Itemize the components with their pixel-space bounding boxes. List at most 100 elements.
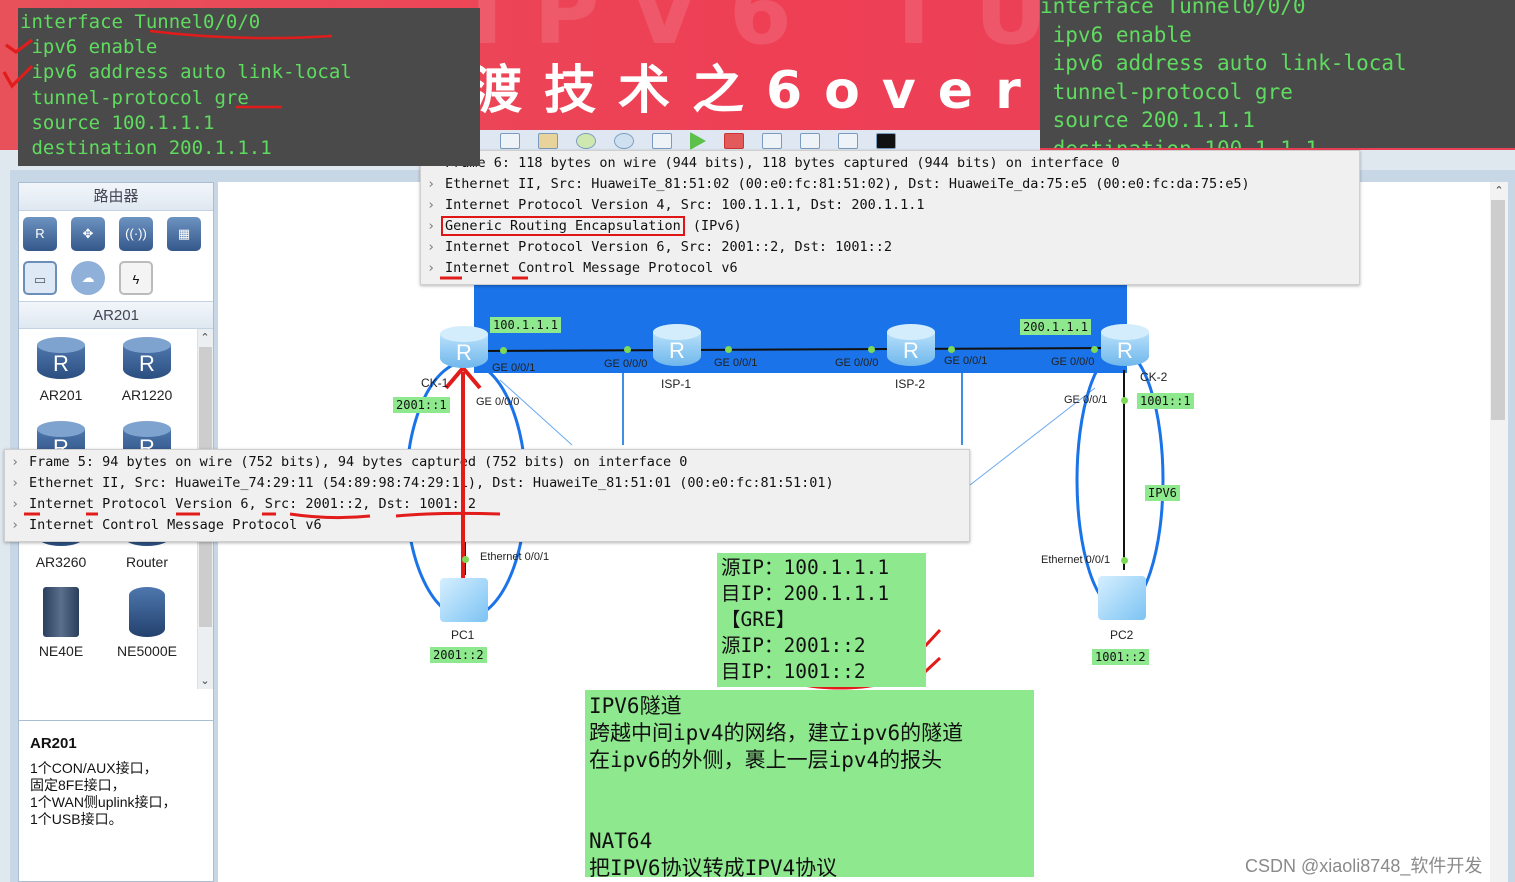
port-dot xyxy=(462,556,469,563)
tunnel-ellipse-right xyxy=(1075,348,1165,612)
cli-line: ipv6 address auto link-local xyxy=(20,61,352,84)
note-spacer xyxy=(589,801,1034,828)
tag-pc1-addr: 2001::2 xyxy=(430,647,487,663)
tag-ck2-lan: 1001::1 xyxy=(1137,393,1194,409)
packet-row-text: Frame 5: 94 bytes on wire (752 bits), 94… xyxy=(29,454,688,470)
port-dot xyxy=(624,346,631,353)
router-ck2[interactable]: R xyxy=(1101,324,1149,368)
cli-line: source 100.1.1.1 xyxy=(20,111,215,134)
packet-row[interactable]: › Internet Control Message Protocol v6 xyxy=(421,258,1359,279)
wan-link[interactable] xyxy=(474,347,1111,352)
cli-line: destination 200.1.1.1 xyxy=(20,137,272,160)
cli-line: ipv6 address auto link-local xyxy=(1040,51,1407,75)
tag-ipv6: IPV6 xyxy=(1145,485,1180,501)
node-label-pc2: PC2 xyxy=(1110,628,1134,642)
expand-chevron-icon[interactable]: › xyxy=(11,494,29,515)
note-line: 源IP：100.1.1.1 xyxy=(721,556,890,579)
port-dot xyxy=(725,346,732,353)
router-ck1[interactable]: R xyxy=(440,326,488,370)
packet-row[interactable]: › Internet Protocol Version 6, Src: 2001:… xyxy=(5,494,969,515)
port-label: GE 0/0/0 xyxy=(476,396,520,408)
tag-ck1-lan: 2001::1 xyxy=(393,397,450,413)
note-line: 目IP：1001::2 xyxy=(721,660,866,683)
pc1-icon[interactable] xyxy=(440,578,488,622)
packet-row[interactable]: ›Frame 6: 118 bytes on wire (944 bits), … xyxy=(421,153,1359,174)
port-label: GE 0/0/1 xyxy=(944,355,988,367)
node-label-ck2: CK-2 xyxy=(1140,370,1168,384)
packet-details-frame6: ›Frame 6: 118 bytes on wire (944 bits), … xyxy=(420,150,1360,285)
router-isp2[interactable]: R xyxy=(887,324,935,368)
packet-row[interactable]: › Ethernet II, Src: HuaweiTe_74:29:11 (54… xyxy=(5,473,969,494)
expand-chevron-icon[interactable]: › xyxy=(11,473,29,494)
packet-row[interactable]: › Internet Control Message Protocol v6 xyxy=(5,515,969,536)
expand-chevron-icon[interactable]: › xyxy=(427,174,445,195)
note-spacer xyxy=(589,774,1034,801)
node-label-pc1: PC1 xyxy=(451,628,475,642)
port-label: Ethernet 0/0/1 xyxy=(480,551,550,563)
watermark: CSDN @xiaoli8748_软件开发 xyxy=(1245,856,1483,876)
link-line xyxy=(499,379,573,446)
pc2-icon[interactable] xyxy=(1098,576,1146,620)
packet-row[interactable]: › Internet Protocol Version 6, Src: 2001:… xyxy=(421,237,1359,258)
node-label-isp2: ISP-2 xyxy=(895,377,926,391)
port-dot xyxy=(948,346,955,353)
cli-line: tunnel-protocol gre xyxy=(20,86,249,109)
tag-ck2-wan: 200.1.1.1 xyxy=(1020,319,1092,335)
note-line: 目IP：200.1.1.1 xyxy=(721,582,890,605)
expand-chevron-icon[interactable]: › xyxy=(11,452,29,473)
node-label-isp1: ISP-1 xyxy=(661,377,692,391)
packet-details-frame5: › Frame 5: 94 bytes on wire (752 bits), 9… xyxy=(4,449,970,542)
packet-row-text: Ethernet II, Src: HuaweiTe_74:29:11 (54:… xyxy=(29,475,834,491)
note-line: 跨越中间ipv4的网络，建立ipv6的隧道 xyxy=(589,721,964,745)
tunnel-note: IPV6隧道跨越中间ipv4的网络，建立ipv6的隧道 在ipv6的外侧，裹上一层… xyxy=(585,690,1034,880)
packet-row-text: Internet Protocol Version 6, Src: 2001::… xyxy=(445,239,893,255)
expand-chevron-icon[interactable]: › xyxy=(427,237,445,258)
port-dot xyxy=(868,346,875,353)
cli-line: tunnel-protocol gre xyxy=(1040,79,1293,104)
gre-highlight: Generic Routing Encapsulation xyxy=(441,216,685,236)
ip-header-note: 源IP：100.1.1.1 目IP：200.1.1.1 【GRE】源IP：2001:… xyxy=(717,553,926,687)
cli-line: interface Tunnel0/0/0 xyxy=(20,11,261,33)
port-label: GE 0/0/1 xyxy=(1064,394,1108,406)
note-line: 【GRE】 xyxy=(721,608,796,631)
router-isp1[interactable]: R xyxy=(653,324,701,368)
port-dot xyxy=(1121,557,1128,564)
packet-row-text: Internet Protocol Version 4, Src: 100.1.… xyxy=(445,197,925,213)
node-label-ck1: CK-1 xyxy=(421,376,449,390)
cli-line: interface Tunnel0/0/0 xyxy=(1040,0,1306,18)
tag-pc2-addr: 1001::2 xyxy=(1092,649,1149,665)
note-line: 在ipv6的外侧，裹上一层ipv4的报头 xyxy=(589,748,943,772)
note-line: IPV6隧道 xyxy=(589,694,682,718)
tag-ck1-wan: 100.1.1.1 xyxy=(490,317,562,333)
port-label: GE 0/0/0 xyxy=(835,357,879,369)
note-line: 把IPV6协议转成IPV4协议 xyxy=(589,856,838,880)
note-line: 源IP：2001::2 xyxy=(721,634,866,657)
packet-row[interactable]: › Ethernet II, Src: HuaweiTe_81:51:02 (00… xyxy=(421,174,1359,195)
expand-chevron-icon[interactable]: › xyxy=(427,195,445,216)
packet-row-text: Internet Control Message Protocol v6 xyxy=(445,260,738,276)
packet-row-gre[interactable]: › Generic Routing Encapsulation (IPv6) xyxy=(421,216,1359,237)
packet-row-text: Internet Control Message Protocol v6 xyxy=(29,517,322,533)
port-dot xyxy=(1121,397,1128,404)
expand-chevron-icon[interactable]: › xyxy=(427,258,445,279)
cli-line: destination 100.1.1.1 xyxy=(1040,135,1515,149)
port-label: Ethernet 0/0/1 xyxy=(1041,554,1111,566)
packet-row[interactable]: › Internet Protocol Version 4, Src: 100.1… xyxy=(421,195,1359,216)
expand-chevron-icon[interactable]: › xyxy=(11,515,29,536)
cli-line: ipv6 enable xyxy=(1040,22,1192,47)
cli-line: ipv6 enable xyxy=(20,36,158,59)
cli-config-ck1: interface Tunnel0/0/0 ipv6 enable ipv6 a… xyxy=(18,8,480,166)
packet-row-text: Frame 6: 118 bytes on wire (944 bits), 1… xyxy=(445,155,1120,171)
port-label: GE 0/0/1 xyxy=(492,362,536,374)
port-label: GE 0/0/1 xyxy=(714,357,758,369)
cli-config-ck2: interface Tunnel0/0/0 ipv6 enable ipv6 a… xyxy=(1040,0,1515,148)
note-line: NAT64 xyxy=(589,829,653,853)
packet-row-text: Ethernet II, Src: HuaweiTe_81:51:02 (00:… xyxy=(445,176,1250,192)
port-dot xyxy=(500,347,507,354)
packet-row-text: (IPv6) xyxy=(684,218,742,234)
packet-row[interactable]: › Frame 5: 94 bytes on wire (752 bits), 9… xyxy=(5,452,969,473)
packet-row-text: Internet Protocol Version 6, Src: 2001::… xyxy=(29,496,477,512)
port-dot xyxy=(1091,346,1098,353)
port-label: GE 0/0/0 xyxy=(604,358,648,370)
cli-line: source 200.1.1.1 xyxy=(1040,108,1255,132)
